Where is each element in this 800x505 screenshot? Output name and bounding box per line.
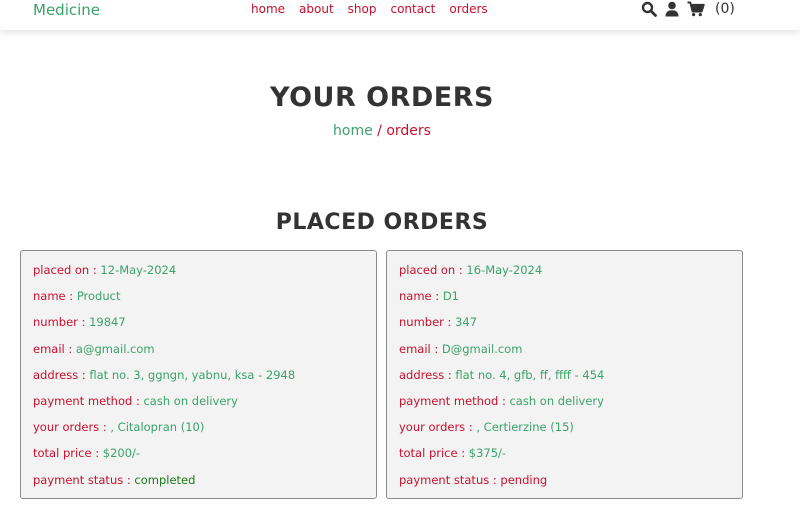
order-row-your-orders: your orders : , Certierzine (15) — [399, 420, 730, 446]
order-row-number: number : 347 — [399, 315, 730, 341]
status-badge: pending — [500, 472, 548, 487]
email-value: a@gmail.com — [75, 341, 155, 356]
field-label: your orders : — [33, 420, 111, 435]
field-label: payment method : — [399, 393, 510, 408]
address-value: flat no. 4, gfb, ff, ffff - 454 — [455, 367, 605, 382]
field-label: payment method : — [33, 393, 144, 408]
field-label: payment status : — [33, 472, 135, 487]
field-label: placed on : — [399, 263, 467, 277]
number-value: 19847 — [89, 315, 126, 330]
user-icon[interactable] — [665, 1, 679, 17]
field-label: address : — [33, 367, 90, 382]
nav-home[interactable]: home — [251, 2, 285, 16]
field-label: your orders : — [399, 420, 477, 435]
order-row-email: email : a@gmail.com — [33, 342, 364, 368]
field-label: number : — [33, 315, 90, 330]
order-row-payment-status: payment status : pending — [399, 473, 730, 499]
field-label: number : — [399, 315, 456, 330]
order-row-your-orders: your orders : , Citalopran (10) — [33, 420, 364, 446]
email-value: D@gmail.com — [441, 341, 523, 356]
order-row-placed-on: placed on : 12-May-2024 — [33, 263, 364, 289]
status-badge: completed — [134, 472, 196, 487]
order-row-name: name : D1 — [399, 289, 730, 315]
breadcrumb-separator: / — [372, 123, 387, 139]
total-price-value: $200/- — [102, 446, 141, 461]
order-card: placed on : 12-May-2024 name : Product n… — [20, 250, 377, 499]
logo-link[interactable]: Medicine — [33, 1, 100, 19]
order-card: placed on : 16-May-2024 name : D1 number… — [386, 250, 743, 499]
search-icon[interactable] — [641, 1, 657, 17]
order-row-placed-on: placed on : 16-May-2024 — [399, 263, 730, 289]
number-value: 347 — [455, 315, 478, 330]
name-value: D1 — [442, 289, 459, 304]
order-row-address: address : flat no. 4, gfb, ff, ffff - 45… — [399, 368, 730, 394]
total-price-value: $375/- — [468, 446, 507, 461]
field-label: placed on : — [33, 263, 101, 277]
nav-about[interactable]: about — [299, 2, 334, 16]
breadcrumb: home / orders — [0, 123, 764, 139]
field-label: email : — [33, 341, 76, 356]
cart-icon[interactable] — [687, 1, 705, 17]
nav-contact[interactable]: contact — [390, 2, 435, 16]
field-label: name : — [33, 289, 77, 304]
order-row-payment-status: payment status : completed — [33, 473, 364, 499]
payment-method-value: cash on delivery — [143, 393, 238, 408]
page-title: YOUR ORDERS — [270, 82, 494, 113]
order-row-total-price: total price : $200/- — [33, 446, 364, 472]
nav-shop[interactable]: shop — [348, 2, 377, 16]
field-label: total price : — [33, 446, 103, 461]
breadcrumb-home[interactable]: home — [333, 123, 373, 139]
your-orders-value: , Citalopran (10) — [110, 420, 205, 435]
order-row-number: number : 19847 — [33, 315, 364, 341]
section-title: PLACED ORDERS — [275, 210, 489, 235]
name-value: Product — [76, 289, 121, 304]
payment-method-value: cash on delivery — [509, 393, 604, 408]
top-header: Medicine home about shop contact orders — [0, 0, 800, 30]
order-row-total-price: total price : $375/- — [399, 446, 730, 472]
field-label: payment status : — [399, 472, 501, 487]
order-row-payment-method: payment method : cash on delivery — [33, 394, 364, 420]
nav-orders[interactable]: orders — [449, 2, 487, 16]
field-label: total price : — [399, 446, 469, 461]
header-icons: (0) — [641, 0, 735, 18]
order-row-name: name : Product — [33, 289, 364, 315]
address-value: flat no. 3, ggngn, yabnu, ksa - 2948 — [89, 367, 296, 382]
order-row-address: address : flat no. 3, ggngn, yabnu, ksa … — [33, 368, 364, 394]
field-label: name : — [399, 289, 443, 304]
your-orders-value: , Certierzine (15) — [476, 420, 574, 435]
placed-on-value: 16-May-2024 — [466, 263, 543, 277]
cart-count[interactable]: (0) — [715, 1, 735, 17]
order-row-email: email : D@gmail.com — [399, 342, 730, 368]
breadcrumb-current: orders — [386, 123, 431, 139]
main-nav: home about shop contact orders — [251, 2, 488, 16]
field-label: address : — [399, 367, 456, 382]
placed-on-value: 12-May-2024 — [100, 263, 177, 277]
order-row-payment-method: payment method : cash on delivery — [399, 394, 730, 420]
field-label: email : — [399, 341, 442, 356]
